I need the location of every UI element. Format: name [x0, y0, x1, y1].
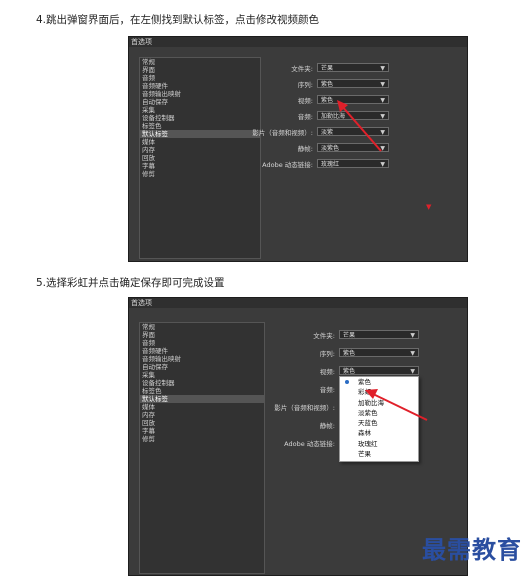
radio-dot-icon [345, 380, 349, 384]
field-label: 影片（音频和视频）: [252, 129, 313, 137]
field-label: 序列: [319, 350, 335, 358]
sidebar-list: 常规 界面 音频 音频硬件 音频输出映射 自动保存 采集 设备控制器 标签色 默… [139, 57, 261, 259]
preferences-dialog-2: 首选项 常规 界面 音频 音频硬件 音频输出映射 自动保存 采集 设备控制器 标… [128, 297, 468, 576]
menu-item[interactable]: 玫瑰红 [340, 439, 418, 449]
dialog-title: 首选项 [129, 298, 467, 308]
field-label: 静帧: [319, 422, 335, 430]
field-label: 影片（音频和视频）: [274, 404, 335, 412]
sequence-select[interactable]: 紫色 ▼ [339, 348, 419, 357]
sequence-select[interactable]: 紫色 ▼ [317, 79, 389, 88]
sidebar-item[interactable]: 媒体 [140, 138, 260, 146]
sidebar-item[interactable]: 字幕 [140, 427, 264, 435]
preferences-dialog-1: 首选项 常规 界面 音频 音频硬件 音频输出映射 自动保存 采集 设备控制器 标… [128, 36, 468, 262]
sidebar-item[interactable]: 自动保存 [140, 363, 264, 371]
watermark-logo: 最需教育 [422, 535, 522, 564]
sidebar-item[interactable]: 采集 [140, 371, 264, 379]
field-label: 音频: [297, 113, 313, 121]
chevron-down-icon: ▼ [380, 81, 385, 88]
sidebar-item[interactable]: 采集 [140, 106, 260, 114]
sidebar-item[interactable]: 常规 [140, 58, 260, 66]
red-arrow-icon [365, 389, 428, 421]
step-5-instruction: 5.选择彩虹并点击确定保存即可完成设置 [36, 277, 225, 289]
select-value: 玫瑰红 [321, 161, 340, 168]
sidebar-item[interactable]: 常规 [140, 323, 264, 331]
menu-item[interactable]: 芒果 [340, 449, 418, 459]
sidebar-item[interactable]: 媒体 [140, 403, 264, 411]
sidebar-item[interactable]: 界面 [140, 66, 260, 74]
sidebar-item[interactable]: 界面 [140, 331, 264, 339]
select-value: 紫色 [321, 81, 334, 88]
chevron-down-icon: ▼ [410, 368, 415, 375]
select-value: 紫色 [343, 368, 356, 375]
dynamic-link-select[interactable]: 玫瑰红 ▼ [317, 159, 389, 168]
sidebar-item[interactable]: 音频 [140, 339, 264, 347]
field-label: 视频: [319, 368, 335, 376]
sidebar-item[interactable]: 设备控制器 [140, 114, 260, 122]
red-arrow-icon [337, 100, 382, 152]
sidebar-item[interactable]: 音频输出映射 [140, 90, 260, 98]
field-label: 静帧: [297, 145, 313, 153]
field-label: 音频: [319, 386, 335, 394]
sidebar-item[interactable]: 标签色 [140, 387, 264, 395]
sidebar-item[interactable]: 修剪 [140, 435, 264, 443]
menu-item[interactable]: 森林 [340, 428, 418, 438]
folder-select[interactable]: 芒果 ▼ [339, 330, 419, 339]
field-label: Adobe 动态链接: [284, 440, 335, 448]
sidebar-item[interactable]: 音频 [140, 74, 260, 82]
field-label: Adobe 动态链接: [262, 161, 313, 169]
sidebar-list: 常规 界面 音频 音频硬件 音频输出映射 自动保存 采集 设备控制器 标签色 默… [139, 322, 265, 574]
folder-select[interactable]: 芒果 ▼ [317, 63, 389, 72]
sidebar-item[interactable]: 内存 [140, 146, 260, 154]
field-label: 文件夹: [313, 332, 335, 340]
sidebar-item[interactable]: 内存 [140, 411, 264, 419]
chevron-down-icon: ▼ [380, 161, 385, 168]
chevron-down-icon: ▼ [380, 65, 385, 72]
red-marker-icon: ▼ [426, 203, 432, 211]
field-label: 文件夹: [291, 65, 313, 73]
step-4-instruction: 4.跳出弹窗界面后，在左侧找到默认标签，点击修改视频颜色 [36, 14, 320, 26]
dialog-title: 首选项 [129, 37, 467, 47]
chevron-down-icon: ▼ [410, 332, 415, 339]
field-label: 视频: [297, 97, 313, 105]
video-select[interactable]: 紫色 ▼ [339, 366, 419, 375]
sidebar-item-selected[interactable]: 默认标签 [140, 395, 264, 403]
select-value: 芒果 [321, 65, 334, 72]
select-value: 芒果 [343, 332, 356, 339]
sidebar-item[interactable]: 自动保存 [140, 98, 260, 106]
sidebar-item[interactable]: 设备控制器 [140, 379, 264, 387]
chevron-down-icon: ▼ [410, 350, 415, 357]
sidebar-item[interactable]: 音频硬件 [140, 82, 260, 90]
select-value: 紫色 [343, 350, 356, 357]
sidebar-item[interactable]: 音频输出映射 [140, 355, 264, 363]
sidebar-item[interactable]: 回放 [140, 419, 264, 427]
field-label: 序列: [297, 81, 313, 89]
sidebar-item[interactable]: 修剪 [140, 170, 260, 178]
sidebar-item[interactable]: 音频硬件 [140, 347, 264, 355]
